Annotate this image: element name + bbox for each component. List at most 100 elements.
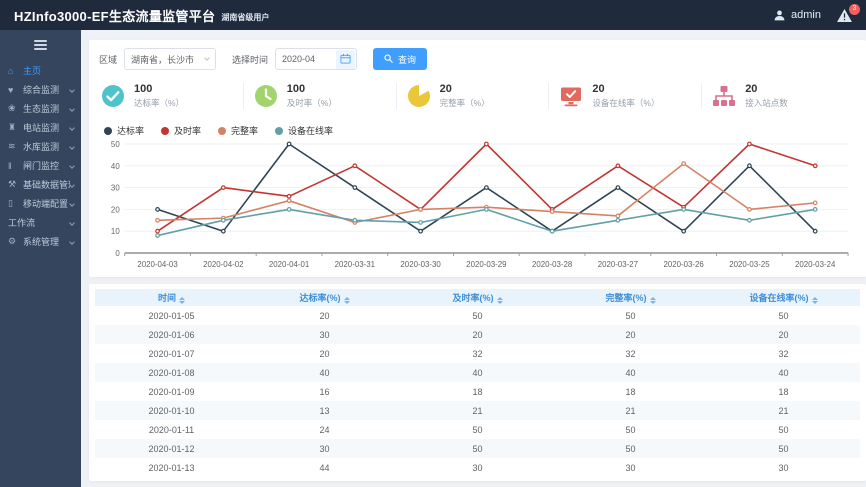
calendar-icon [340, 52, 351, 67]
column-header-2[interactable]: 及时率(%) [401, 289, 554, 306]
legend-item-完整率[interactable]: 完整率 [218, 124, 258, 137]
table-cell: 32 [625, 348, 636, 359]
sidebar-item-label: 闸门监控 [23, 161, 60, 171]
column-header-4[interactable]: 设备在线率(%) [707, 289, 860, 306]
kpi-item: 100 达标率（%） [99, 83, 243, 109]
table-cell: 20 [778, 329, 789, 340]
table-cell: 2020-01-09 [148, 386, 195, 397]
user-menu[interactable]: admin [773, 9, 821, 22]
search-button-label: 查询 [398, 54, 417, 65]
topbar: HZInfo3000-EF生态流量监管平台 湖南省级用户 admin 3 [0, 0, 866, 30]
sidebar-toggle hamburger-icon[interactable] [34, 40, 47, 50]
table-cell: 50 [625, 310, 636, 321]
sort-desc-icon [496, 301, 503, 304]
kpi-label: 完整率（%） [439, 98, 490, 108]
username: admin [791, 9, 821, 21]
kpi-pie-chart-icon [407, 84, 431, 108]
chevron-down-icon [69, 181, 75, 188]
alert-button[interactable]: 3 [837, 3, 860, 22]
kpi-value: 20 [592, 83, 605, 95]
region-select-value: 湖南省，长沙市 [131, 54, 195, 65]
table-cell: 24 [319, 424, 330, 435]
legend-item-设备在线率[interactable]: 设备在线率 [275, 124, 333, 137]
sort-asc-icon [811, 297, 818, 300]
app-root: HZInfo3000-EF生态流量监管平台 湖南省级用户 admin 3 ⌂ 主页… [0, 0, 866, 487]
svg-text:2020-03-26: 2020-03-26 [663, 260, 704, 269]
chevron-down-icon [69, 124, 75, 131]
sidebar-item-label: 工作流 [8, 218, 36, 228]
kpi-row: 100 达标率（%） 100 及时率（%） 20 完整率（%） 20 设备在线率（%） 20 接入… [99, 83, 854, 109]
app-subtitle: 湖南省级用户 [221, 13, 270, 22]
fish-icon: ❀ [8, 103, 16, 113]
svg-text:10: 10 [111, 227, 120, 236]
topbar-right: admin 3 [773, 3, 860, 22]
table-row: 2020-01-08 40 40 40 40 [95, 363, 860, 382]
svg-text:2020-04-01: 2020-04-01 [269, 260, 310, 269]
table-cell: 50 [778, 443, 789, 454]
table-row: 2020-01-06 30 20 20 20 [95, 325, 860, 344]
main-content: 区域 湖南省，长沙市 选择时间 2020-04 查询 100 达标率（%） 10… [81, 30, 866, 487]
table-row: 2020-01-10 13 21 21 21 [95, 401, 860, 420]
chevron-down-icon [204, 55, 210, 61]
sort-desc-icon [179, 301, 185, 304]
svg-text:2020-03-30: 2020-03-30 [400, 260, 441, 269]
sidebar-item-power-station-monitoring[interactable]: ♜ 电站监测 [0, 118, 81, 137]
kpi-value: 100 [286, 83, 306, 95]
column-header-0[interactable]: 时间 [95, 289, 248, 306]
gate-icon: ‖ [8, 160, 12, 171]
heart-icon: ♥ [8, 84, 14, 95]
table-cell: 40 [625, 367, 636, 378]
sidebar-item-home[interactable]: ⌂ 主页 [0, 61, 81, 80]
region-select[interactable]: 湖南省，长沙市 [124, 48, 217, 70]
search-icon [384, 53, 393, 65]
reservoir-icon: ≋ [8, 141, 16, 151]
table-cell: 18 [778, 386, 789, 397]
table-cell: 20 [319, 348, 330, 359]
chevron-down-icon [69, 105, 75, 112]
search-button[interactable]: 查询 [373, 48, 428, 70]
sidebar-item-label: 综合监测 [23, 85, 60, 95]
sidebar-item-label: 水库监测 [23, 142, 60, 152]
table-cell: 40 [778, 367, 789, 378]
sidebar-item-comprehensive-monitoring[interactable]: ♥ 综合监测 [0, 80, 81, 99]
chevron-down-icon [69, 238, 75, 245]
line-chart: 0 10 20 30 40 50 2020-04-03 2020-04-02 2020-04-0… [111, 140, 849, 269]
table-row: 2020-01-09 16 18 18 18 [95, 382, 860, 401]
column-header-1[interactable]: 达标率(%) [248, 289, 401, 306]
sidebar-item-basic-data-management[interactable]: ⚒ 基础数据管理 [0, 175, 81, 194]
column-header-label: 时间 [157, 293, 176, 303]
legend-item-及时率[interactable]: 及时率 [161, 124, 201, 137]
svg-text:40: 40 [111, 162, 120, 171]
kpi-label: 设备在线率（%） [592, 98, 660, 108]
table-cell: 50 [625, 424, 636, 435]
kpi-text: 100 达标率（%） [134, 83, 184, 109]
sort-desc-icon [811, 301, 818, 304]
overview-panel: 区域 湖南省，长沙市 选择时间 2020-04 查询 100 达标率（%） 10… [89, 40, 866, 277]
date-input[interactable] [282, 54, 333, 64]
sort-asc-icon [649, 297, 656, 300]
table-cell: 20 [472, 329, 483, 340]
sidebar-item-workflow[interactable]: 工作流 [0, 213, 81, 232]
sidebar-item-system-management[interactable]: ⚙ 系统管理 [0, 232, 81, 251]
column-header-label: 达标率(%) [299, 293, 341, 303]
column-header-3[interactable]: 完整率(%) [554, 289, 707, 306]
false: 达标率 [117, 126, 145, 136]
table-cell: 2020-01-07 [148, 348, 195, 359]
sidebar-item-gate-monitoring[interactable]: ‖ 闸门监控 [0, 156, 81, 175]
table-cell: 50 [472, 424, 483, 435]
kpi-item: 100 及时率（%） [242, 83, 396, 109]
legend-item-达标率[interactable]: 达标率 [104, 124, 144, 137]
table-row: 2020-01-07 20 32 32 32 [95, 344, 860, 363]
calendar-button[interactable] [336, 49, 356, 69]
app-title: HZInfo3000-EF生态流量监管平台 [14, 8, 216, 24]
sidebar-item-ecology-monitoring[interactable]: ❀ 生态监测 [0, 99, 81, 118]
kpi-monitor-check-icon [559, 84, 583, 108]
kpi-check-circle-icon [101, 84, 125, 108]
table-cell: 50 [472, 310, 483, 321]
table-cell: 2020-01-10 [148, 405, 195, 416]
false: 完整率 [231, 126, 259, 136]
sidebar-item-mobile-config[interactable]: ▯ 移动端配置 [0, 194, 81, 213]
sidebar-item-reservoir-monitoring[interactable]: ≋ 水库监测 [0, 137, 81, 156]
sidebar-item-label: 主页 [23, 66, 42, 76]
gear-icon: ⚙ [8, 236, 17, 246]
